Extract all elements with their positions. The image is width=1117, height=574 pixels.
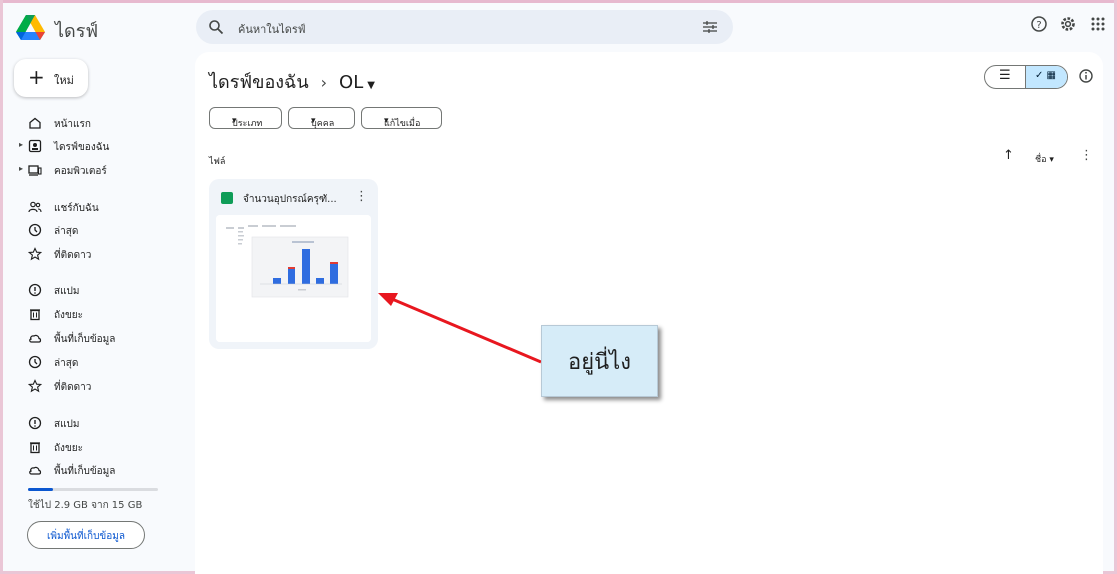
sidebar-item-home[interactable]: หน้าแรก (0, 113, 185, 133)
star-icon (28, 379, 42, 393)
cloud-icon (29, 334, 42, 343)
sidebar-item-label: ล่าสุด (54, 226, 79, 237)
callout-text: อยู่นี่ไง (568, 350, 631, 375)
svg-text:?: ? (1036, 20, 1041, 31)
expand-caret-icon[interactable]: ▸ (19, 140, 23, 149)
sidebar-item-storage[interactable]: พื้นที่เก็บข้อมูล (0, 328, 185, 348)
app-title[interactable]: ไดรฟ์ (55, 16, 98, 45)
breadcrumb-root[interactable]: ไดรฟ์ของฉัน (209, 72, 309, 93)
search-icon[interactable] (208, 19, 224, 35)
filter-chip-label: แก้ไขเมื่อ (384, 119, 421, 129)
search-options-icon[interactable] (702, 20, 718, 34)
main-content-panel: ไดรฟ์ของฉัน › OL ▼ ☰ ✓ ▦ ประเภท ▾ บุคคล ▾ แ… (195, 52, 1103, 574)
sidebar-item-recent[interactable]: ล่าสุด (0, 220, 185, 240)
sidebar-item-shared-with-me[interactable]: แชร์กับฉัน (0, 197, 185, 217)
help-icon[interactable]: ? (1030, 15, 1048, 33)
sidebar-item-spam[interactable]: สแปม (0, 280, 185, 300)
trash-icon (30, 309, 40, 321)
breadcrumb-current-folder[interactable]: OL (339, 72, 363, 93)
chevron-down-icon: ▾ (1049, 155, 1054, 165)
sidebar-item-label: ถังขยะ (54, 310, 84, 321)
info-icon[interactable] (1078, 68, 1094, 84)
view-toggle[interactable]: ☰ ✓ ▦ (984, 65, 1068, 89)
sidebar-item-label: พื้นที่เก็บข้อมูล (54, 466, 116, 477)
window-frame-top (0, 0, 1117, 3)
google-sheets-icon (221, 192, 233, 204)
more-options-icon[interactable]: ⋮ (1080, 148, 1093, 163)
new-button-label: ใหม่ (54, 74, 74, 87)
annotation-callout-box: อยู่นี่ไง (541, 325, 658, 397)
chevron-down-icon: ▾ (384, 116, 389, 126)
expand-caret-icon[interactable]: ▸ (19, 164, 23, 173)
storage-usage-text: ใช้ไป 2.9 GB จาก 15 GB (28, 500, 143, 511)
grid-view-button[interactable]: ✓ ▦ (1025, 66, 1067, 88)
file-thumbnail[interactable] (216, 215, 371, 342)
filter-people-chip[interactable]: บุคคล ▾ (288, 107, 355, 129)
file-more-options-icon[interactable]: ⋮ (355, 189, 368, 204)
spam-icon (28, 283, 42, 297)
sort-direction-arrow-icon[interactable]: ↑ (1003, 148, 1014, 163)
apps-grid-icon[interactable] (1089, 15, 1107, 33)
star-icon (28, 247, 42, 261)
chevron-down-icon: ▾ (311, 116, 316, 126)
home-icon (29, 117, 41, 129)
plus-icon: + (28, 65, 45, 89)
sort-label: ชื่อ (1035, 155, 1047, 165)
sort-by-name-button[interactable]: ชื่อ ▾ (1035, 152, 1054, 166)
spam-icon (28, 416, 42, 430)
folder-dropdown-icon[interactable]: ▼ (367, 80, 375, 91)
sidebar-item-label: ถังขยะ (54, 443, 84, 454)
grid-view-check-icon: ✓ ▦ (1035, 70, 1057, 81)
search-bar[interactable]: ค้นหาในไดรฟ์ (196, 10, 733, 44)
sidebar-item-label: แชร์กับฉัน (54, 203, 99, 214)
list-view-button[interactable]: ☰ (985, 66, 1025, 88)
sidebar-item-label: พื้นที่เก็บข้อมูล (54, 334, 116, 345)
chevron-down-icon: ▾ (232, 116, 237, 126)
new-button[interactable]: + ใหม่ (14, 59, 88, 97)
get-more-storage-button[interactable]: เพิ่มพื้นที่เก็บข้อมูล (27, 521, 145, 549)
clock-icon (28, 355, 42, 369)
sidebar-item-label: คอมพิวเตอร์ (54, 166, 107, 177)
trash-icon (30, 442, 40, 454)
cloud-icon (29, 466, 42, 475)
drive-logo-icon[interactable] (16, 15, 45, 40)
sidebar-item-computers[interactable]: ▸ คอมพิวเตอร์ (0, 160, 185, 180)
my-drive-icon (28, 139, 42, 153)
filter-type-chip[interactable]: ประเภท ▾ (209, 107, 282, 129)
files-section-label: ไฟล์ (209, 157, 226, 167)
list-view-icon: ☰ (999, 68, 1011, 83)
sidebar-item-spam-2[interactable]: สแปม (0, 413, 185, 433)
clock-icon (28, 223, 42, 237)
sidebar-item-my-drive[interactable]: ▸ ไดรฟ์ของฉัน (0, 136, 185, 156)
sidebar-item-storage-2[interactable]: พื้นที่เก็บข้อมูล (0, 460, 185, 480)
get-more-storage-label: เพิ่มพื้นที่เก็บข้อมูล (46, 531, 125, 542)
storage-usage-fill (28, 488, 53, 491)
sidebar-item-label: ไดรฟ์ของฉัน (54, 142, 110, 153)
storage-usage-bar (28, 488, 158, 491)
computer-icon (28, 165, 42, 176)
sidebar-item-label: ล่าสุด (54, 358, 79, 369)
sidebar-item-label: สแปม (54, 286, 80, 297)
settings-gear-icon[interactable] (1059, 15, 1077, 33)
search-input[interactable]: ค้นหาในไดรฟ์ (238, 20, 306, 38)
sidebar-item-label: ที่ติดดาว (54, 250, 92, 261)
sidebar-item-trash-2[interactable]: ถังขยะ (0, 437, 185, 457)
file-card[interactable]: จำนวนอุปกรณ์ครุฑั... ⋮ (209, 179, 378, 349)
spreadsheet-thumbnail-image (216, 215, 371, 342)
sidebar-item-label: สแปม (54, 419, 80, 430)
breadcrumb: ไดรฟ์ของฉัน › OL ▼ (209, 67, 375, 96)
sidebar-item-label: หน้าแรก (54, 119, 91, 130)
sidebar-item-starred-2[interactable]: ที่ติดดาว (0, 376, 185, 396)
shared-people-icon (28, 201, 42, 213)
filter-modified-chip[interactable]: แก้ไขเมื่อ ▾ (361, 107, 442, 129)
sidebar-item-starred[interactable]: ที่ติดดาว (0, 244, 185, 264)
sidebar-item-trash[interactable]: ถังขยะ (0, 304, 185, 324)
sidebar-item-label: ที่ติดดาว (54, 382, 92, 393)
sidebar-item-recent-2[interactable]: ล่าสุด (0, 352, 185, 372)
breadcrumb-separator: › (320, 73, 328, 92)
file-name: จำนวนอุปกรณ์ครุฑั... (243, 194, 337, 205)
